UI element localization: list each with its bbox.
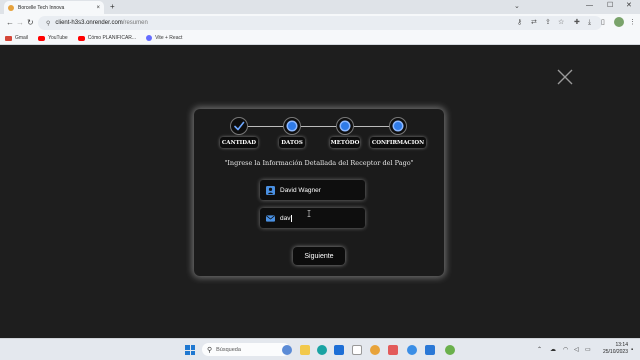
user-icon — [266, 185, 275, 195]
taskbar: ⚲ Búsqueda ⌃ ☁ ◠ ◁ ▭ 13:14 25/10/2023 ▪ — [0, 338, 640, 360]
firefox-icon[interactable] — [370, 345, 380, 355]
search-icon: ⚲ — [207, 346, 213, 354]
bookmark-label: YouTube — [48, 35, 68, 41]
store-icon[interactable] — [352, 345, 362, 355]
taskbar-clock[interactable]: 13:14 25/10/2023 — [596, 342, 628, 356]
email-field-value: dav — [280, 214, 291, 222]
tab-strip: Borcelle Tech Innova × + ⌄ — ☐ ✕ — [0, 0, 640, 14]
bookmark-label: Gmail — [15, 35, 29, 41]
text-caret — [290, 214, 292, 222]
site-favicon-icon — [8, 4, 14, 11]
windows-start-icon[interactable] — [185, 345, 195, 355]
battery-icon[interactable]: ▭ — [585, 346, 591, 354]
text-cursor-icon — [307, 210, 311, 217]
url-path: /resumen — [122, 20, 148, 26]
page-content: CANTIDAD DATOS METÓDO CONFIRMACION "Ingr… — [0, 45, 640, 338]
site-info-icon[interactable]: ⚲ — [46, 20, 50, 27]
chevron-up-icon[interactable]: ⌃ — [537, 346, 542, 354]
step-4-circle — [389, 117, 407, 135]
step-connector — [354, 126, 389, 127]
side-panel-icon[interactable]: ▯ — [601, 18, 605, 28]
bookmarks-bar: Gmail YouTube Cómo PLANIFICAR... Vite + … — [0, 32, 640, 45]
forward-arrow-icon[interactable]: → — [16, 18, 24, 28]
step-1-circle — [230, 117, 248, 135]
reload-icon[interactable]: ↻ — [27, 18, 34, 28]
step-connector — [301, 126, 336, 127]
name-field-value: David Wagner — [280, 186, 321, 194]
bookmark-item[interactable]: Gmail — [5, 35, 28, 41]
cloud-icon[interactable]: ☁ — [550, 346, 556, 354]
profile-avatar[interactable] — [614, 17, 624, 27]
step-2-circle — [283, 117, 301, 135]
step-active-dot-icon — [341, 122, 349, 130]
taskbar-search-label: Búsqueda — [216, 346, 241, 353]
back-arrow-icon[interactable]: ← — [6, 18, 14, 28]
mail-icon — [266, 214, 275, 222]
form-subtitle: "Ingrese la Información Detallada del Re… — [224, 159, 414, 167]
bookmark-item[interactable]: Cómo PLANIFICAR... — [77, 35, 137, 41]
step-2-label: DATOS — [279, 137, 305, 148]
globe-icon — [146, 35, 153, 41]
download-icon[interactable]: ⤓ — [588, 18, 591, 28]
chrome-icon[interactable] — [407, 345, 417, 355]
bookmark-label: Cómo PLANIFICAR... — [87, 35, 137, 41]
bookmark-label: Vite + React — [155, 35, 183, 41]
next-button[interactable]: Siguiente — [293, 247, 345, 265]
vscode-icon[interactable] — [425, 345, 435, 355]
checkmark-icon — [234, 121, 245, 131]
clock-date: 25/10/2023 — [602, 349, 628, 355]
tab-title: Borcelle Tech Innova — [18, 4, 65, 11]
wifi-icon[interactable]: ◠ — [563, 346, 568, 354]
step-3-circle — [336, 117, 354, 135]
key-icon[interactable]: ⚷ — [517, 18, 522, 28]
url-host: client-h3s3.onrender.com — [55, 20, 123, 26]
name-field[interactable]: David Wagner — [260, 180, 365, 200]
taskbar-app-icon[interactable] — [282, 345, 292, 355]
tab-close-icon[interactable]: × — [96, 5, 100, 11]
minimize-window-icon[interactable]: — — [586, 1, 593, 11]
clock-time: 13:14 — [615, 342, 628, 348]
volume-icon[interactable]: ◁ — [574, 346, 579, 354]
step-1-label: CANTIDAD — [220, 137, 258, 148]
bookmark-item[interactable]: YouTube — [38, 35, 68, 41]
youtube-icon — [38, 35, 46, 41]
step-active-dot-icon — [394, 122, 402, 130]
gmail-icon — [5, 35, 12, 41]
taskbar-app-icon[interactable] — [445, 345, 455, 355]
share-icon[interactable]: ⇪ — [545, 18, 551, 28]
email-field[interactable]: dav — [260, 208, 365, 228]
step-3-label: METÓDO — [330, 137, 360, 148]
bookmark-star-icon[interactable]: ☆ — [558, 18, 564, 28]
close-icon[interactable] — [556, 68, 574, 86]
browser-tab[interactable]: Borcelle Tech Innova × — [4, 1, 104, 14]
close-window-icon[interactable]: ✕ — [626, 1, 632, 11]
youtube-icon — [77, 35, 85, 41]
more-menu-icon[interactable]: ⋮ — [629, 18, 636, 28]
taskbar-search[interactable]: ⚲ Búsqueda — [202, 343, 290, 356]
payment-modal: CANTIDAD DATOS METÓDO CONFIRMACION "Ingr… — [194, 109, 444, 276]
taskbar-app-icon[interactable] — [388, 345, 398, 355]
new-tab-button[interactable]: + — [110, 2, 115, 12]
extensions-icon[interactable]: ✚ — [574, 18, 580, 28]
translate-icon[interactable]: ⇄ — [531, 18, 537, 28]
bookmark-item[interactable]: Vite + React — [146, 35, 182, 41]
edge-browser-icon[interactable] — [317, 345, 327, 355]
dropbox-icon[interactable] — [334, 345, 344, 355]
notification-bell-icon[interactable]: ▪ — [631, 346, 633, 354]
browser-toolbar: ← → ↻ ⚲ client-h3s3.onrender.com /resume… — [0, 14, 640, 32]
maximize-window-icon[interactable]: ☐ — [607, 1, 613, 11]
tab-search-chevron-icon[interactable]: ⌄ — [514, 2, 520, 10]
step-connector — [248, 126, 283, 127]
file-explorer-icon[interactable] — [300, 345, 310, 355]
step-active-dot-icon — [288, 122, 296, 130]
step-4-label: CONFIRMACION — [370, 137, 426, 148]
